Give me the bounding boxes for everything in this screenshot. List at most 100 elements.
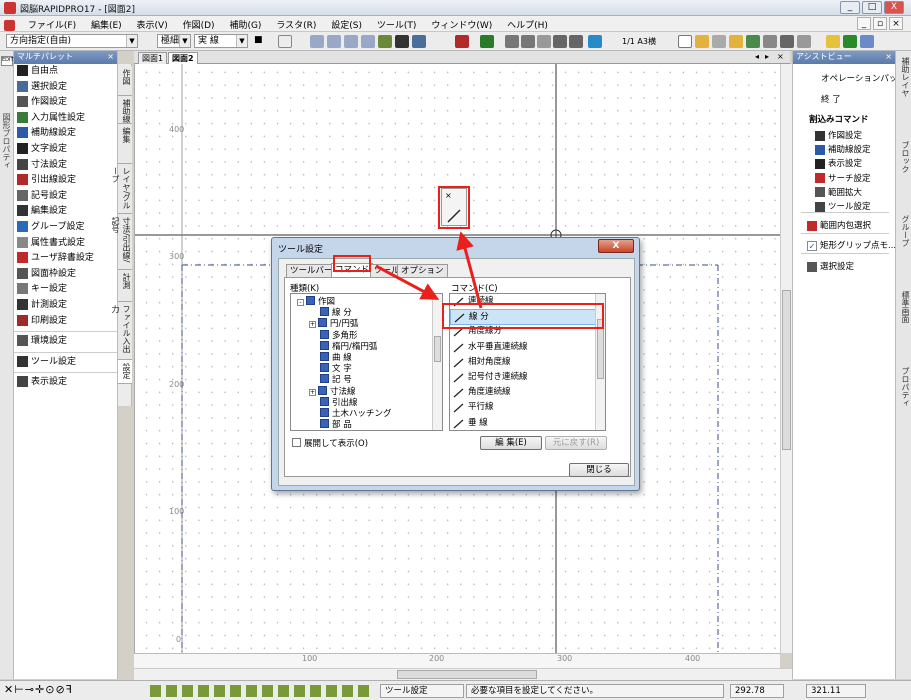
palette-item[interactable]: 自由点 bbox=[14, 64, 117, 80]
operation-pad-item[interactable]: オペレーションパッ... bbox=[821, 72, 905, 84]
interrupt-item[interactable]: サーチ設定 bbox=[815, 172, 871, 184]
grid-icon[interactable] bbox=[480, 35, 494, 48]
menu-raster[interactable]: ラスタ(R) bbox=[270, 16, 322, 31]
menu-view[interactable]: 表示(V) bbox=[131, 16, 174, 31]
palette-item[interactable]: 選択設定 bbox=[14, 80, 117, 96]
tree-node[interactable]: 多角形 bbox=[309, 329, 358, 341]
palette-item[interactable]: 補助線設定 bbox=[14, 126, 117, 142]
palette-vtab[interactable]: 補助線 bbox=[118, 96, 132, 124]
multi-edit-icon[interactable]: EDIT bbox=[1, 56, 14, 66]
copy-icon[interactable] bbox=[521, 35, 535, 48]
command-item[interactable]: 垂 線 bbox=[450, 416, 596, 430]
paste-icon[interactable] bbox=[537, 35, 551, 48]
vertical-scrollbar[interactable] bbox=[780, 64, 792, 653]
palette-item[interactable]: ユーザ辞書設定 bbox=[14, 251, 117, 267]
horizontal-scrollbar[interactable] bbox=[134, 668, 792, 680]
menu-settings[interactable]: 設定(S) bbox=[325, 16, 368, 31]
layer-icon[interactable] bbox=[455, 35, 469, 48]
command-item[interactable]: 記号付き連続線 bbox=[450, 370, 596, 386]
tree-node[interactable]: 記 号 bbox=[309, 374, 352, 385]
mdi-close-button[interactable]: × bbox=[889, 17, 903, 30]
menu-aux[interactable]: 補助(G) bbox=[223, 16, 267, 31]
palette-close-icon[interactable]: × bbox=[107, 51, 114, 63]
tree-node[interactable]: 部 品 bbox=[309, 419, 352, 430]
vertical-scroll-thumb[interactable] bbox=[782, 290, 791, 450]
tab-option[interactable]: オプション bbox=[397, 264, 448, 278]
palette-vtab[interactable]: ファイル入出力 bbox=[111, 302, 132, 360]
palette-vtab[interactable]: 寸法/引出線/記号 bbox=[111, 214, 132, 270]
tree-node[interactable]: 楕円/楕円弧 bbox=[309, 340, 377, 352]
recent-icon[interactable] bbox=[712, 35, 726, 48]
print-icon[interactable] bbox=[780, 35, 794, 48]
maximize-button[interactable]: □ bbox=[862, 1, 882, 14]
right-dock-tab[interactable]: 標準画面 bbox=[897, 291, 911, 351]
tree-node[interactable]: 線 分 bbox=[309, 307, 352, 318]
horizontal-scroll-thumb[interactable] bbox=[397, 670, 537, 679]
check-icon[interactable] bbox=[843, 35, 857, 48]
pencil-icon[interactable] bbox=[395, 35, 409, 48]
interrupt-item[interactable]: 補助線設定 bbox=[815, 143, 871, 155]
palette-item[interactable]: 環境設定 bbox=[14, 334, 117, 350]
palette-vtab[interactable]: 編集 bbox=[118, 124, 132, 164]
palette-item[interactable]: ツール設定 bbox=[14, 355, 117, 371]
assist-close-icon[interactable]: × bbox=[885, 51, 892, 63]
menu-edit[interactable]: 編集(E) bbox=[85, 16, 128, 31]
palette-item[interactable]: 記号設定 bbox=[14, 189, 117, 205]
menu-file[interactable]: ファイル(F) bbox=[22, 16, 82, 31]
palette-item[interactable]: キー設定 bbox=[14, 282, 117, 298]
palette-item[interactable]: グループ設定 bbox=[14, 220, 117, 236]
direction-combo[interactable]: 方向指定(自由) ▼ bbox=[6, 34, 138, 48]
type-tree[interactable]: - 作図線 分 + 円/円弧 多角形 楕円/楕円弧曲 線文 字記 号 + 寸法線 引出線 土木ハッ… bbox=[290, 293, 443, 431]
tab-drawing-2[interactable]: 図面2 bbox=[168, 52, 198, 64]
range-select-item[interactable]: 範囲内包選択 bbox=[807, 219, 871, 231]
mdi-minimize-button[interactable]: _ bbox=[857, 17, 871, 30]
tree-node[interactable]: 引出線 bbox=[309, 396, 358, 408]
rect-grip-item[interactable]: ✓ 矩形グリップ点モ... bbox=[807, 239, 896, 251]
line-type-combo[interactable]: 実 線 ▼ bbox=[194, 34, 248, 48]
command-item[interactable]: 相対角度線 bbox=[450, 355, 596, 371]
snap-icon[interactable] bbox=[310, 35, 324, 48]
palette-item[interactable]: 属性書式設定 bbox=[14, 236, 117, 252]
palette-item[interactable]: 表示設定 bbox=[14, 375, 117, 391]
tab-prev-icon[interactable]: ◂ bbox=[755, 52, 759, 61]
right-dock-tab[interactable]: グループ bbox=[897, 215, 911, 275]
save-as-icon[interactable] bbox=[763, 35, 777, 48]
revert-button[interactable]: 元に戻す(R) bbox=[545, 436, 607, 450]
palette-vtab[interactable]: 計測 bbox=[118, 270, 132, 302]
pointer-icon[interactable] bbox=[553, 35, 567, 48]
save-icon[interactable] bbox=[746, 35, 760, 48]
expander-icon[interactable]: + bbox=[309, 388, 316, 396]
marker-icon[interactable] bbox=[378, 35, 392, 48]
palette-vtab[interactable]: レイヤ/グループ bbox=[111, 164, 132, 214]
command-item[interactable]: 角度連続線 bbox=[450, 385, 596, 401]
menu-help[interactable]: ヘルプ(H) bbox=[501, 16, 554, 31]
palette-item[interactable]: 寸法設定 bbox=[14, 158, 117, 174]
grid-snap-icon[interactable] bbox=[327, 35, 341, 48]
edit-button[interactable]: 編 集(E) bbox=[480, 436, 542, 450]
command-item[interactable]: 水平垂直連続線 bbox=[450, 340, 596, 356]
tree-scroll-thumb[interactable] bbox=[434, 336, 441, 362]
expander-icon[interactable]: - bbox=[297, 299, 304, 306]
tree-node[interactable]: - 作図 bbox=[297, 296, 335, 307]
preview-icon[interactable] bbox=[797, 35, 811, 48]
palette-item[interactable]: 編集設定 bbox=[14, 204, 117, 220]
zoom-out-icon[interactable] bbox=[569, 35, 583, 48]
intersect-icon[interactable] bbox=[344, 35, 358, 48]
tree-node[interactable]: 曲 線 bbox=[309, 352, 352, 363]
tree-scrollbar[interactable] bbox=[432, 294, 442, 430]
help-icon[interactable] bbox=[826, 35, 840, 48]
new-icon[interactable] bbox=[678, 35, 692, 48]
tree-node[interactable]: 文 字 bbox=[309, 363, 352, 374]
right-dock-tab[interactable]: 補助レイヤ bbox=[897, 57, 911, 127]
expander-icon[interactable]: + bbox=[309, 321, 316, 329]
palette-item[interactable]: 計測設定 bbox=[14, 298, 117, 314]
tree-node[interactable]: 土木ハッチング bbox=[309, 408, 392, 419]
menu-window[interactable]: ウィンドウ(W) bbox=[425, 16, 498, 31]
close-dialog-button[interactable]: 閉じる bbox=[569, 463, 629, 477]
palette-item[interactable]: 作図設定 bbox=[14, 95, 117, 111]
pen-icon[interactable] bbox=[278, 35, 292, 48]
dialog-close-button[interactable]: X bbox=[598, 239, 634, 253]
menu-draw[interactable]: 作図(D) bbox=[177, 16, 221, 31]
tab-drawing-1[interactable]: 図面1 bbox=[138, 52, 168, 64]
folder-icon[interactable] bbox=[729, 35, 743, 48]
